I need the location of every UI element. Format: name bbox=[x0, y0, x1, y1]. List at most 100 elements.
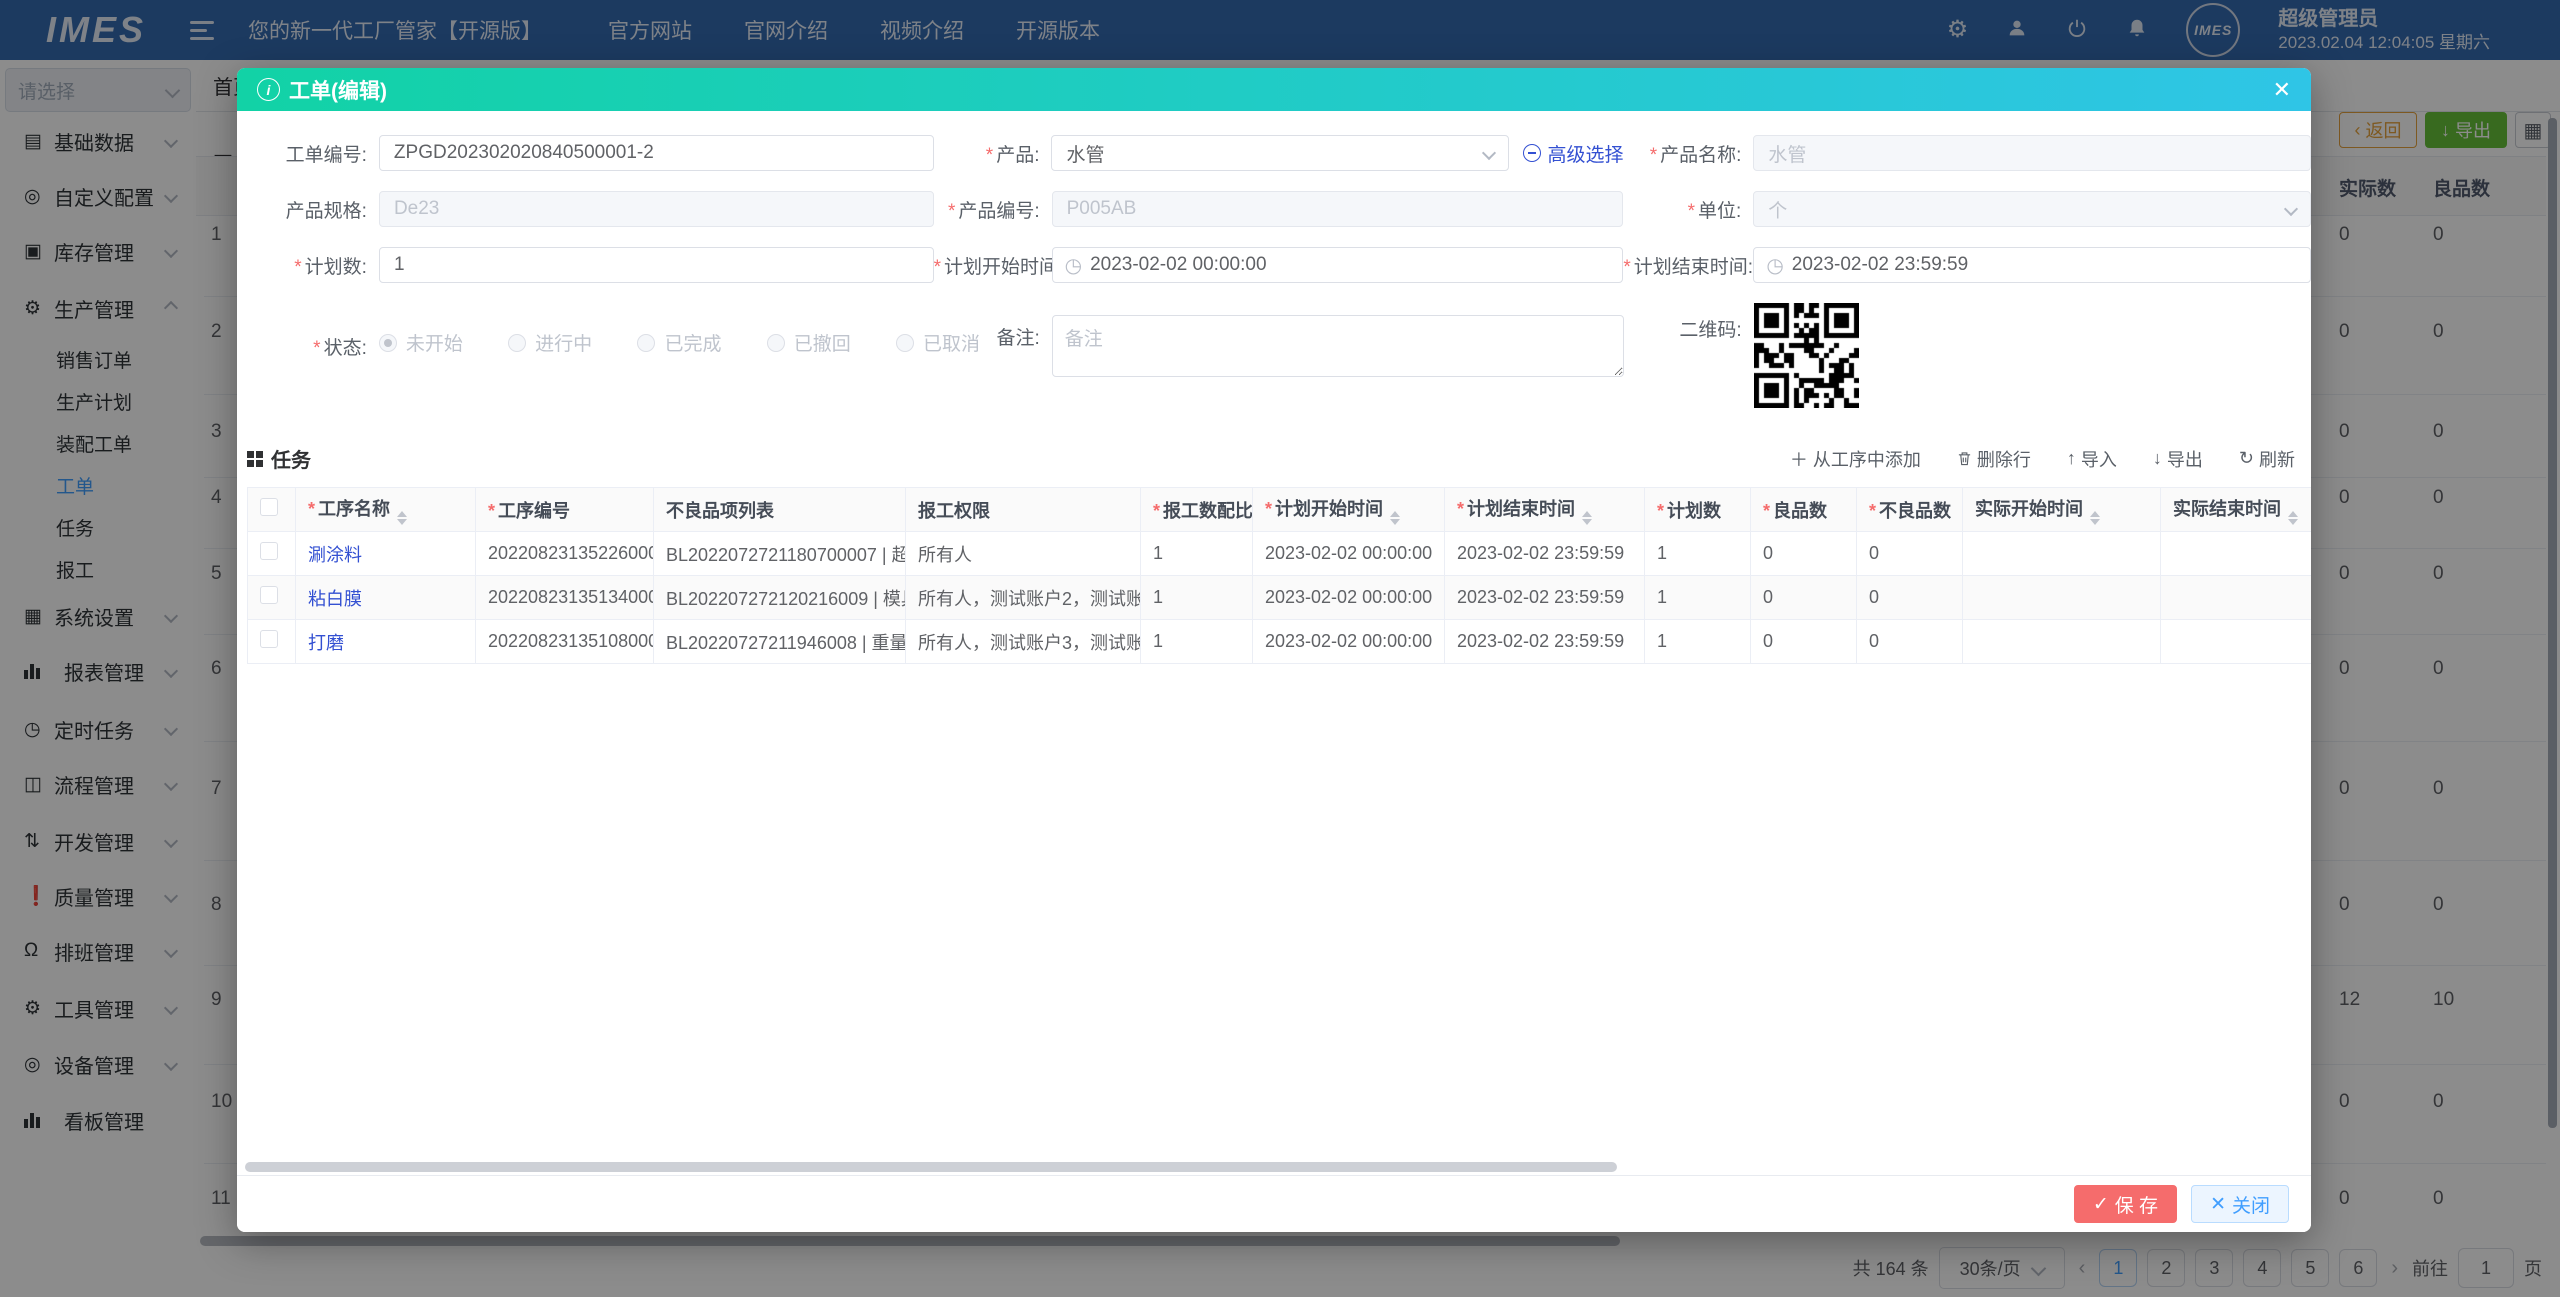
plan-start-picker[interactable]: ◷ bbox=[1051, 247, 1624, 283]
plan-qty-cell: 1 bbox=[1644, 531, 1751, 576]
status-label: * 状态: bbox=[313, 338, 367, 359]
sort-icon[interactable] bbox=[1582, 510, 1593, 525]
actual-start-cell bbox=[1962, 531, 2161, 576]
select-all-checkbox[interactable] bbox=[260, 498, 278, 516]
grid-icon bbox=[247, 450, 263, 467]
save-button[interactable]: ✓ 保 存 bbox=[2073, 1185, 2178, 1223]
work-order-edit-dialog: i 工单(编辑) ✕ 工单编号: *产品: 高级选择 *产品名称: 产品规格: … bbox=[237, 68, 2311, 1232]
product-name-label: * 产品名称: bbox=[1649, 144, 1742, 166]
plan-end-picker[interactable]: ◷ bbox=[1753, 247, 2311, 283]
order-no-input[interactable] bbox=[379, 136, 933, 170]
delete-row-button[interactable]: 删除行 bbox=[1957, 446, 2031, 472]
plan-start-input[interactable] bbox=[1082, 248, 1623, 282]
qr-label: 二维码: bbox=[1679, 320, 1742, 341]
good-qty-cell: 0 bbox=[1750, 575, 1857, 620]
col-bad-qty: * 不良品数 bbox=[1856, 487, 1963, 532]
sort-icon[interactable] bbox=[2090, 510, 2100, 525]
process-code-cell: 202208231351340004 bbox=[475, 575, 654, 620]
product-code-input bbox=[1052, 192, 1623, 226]
status-radio-not-started[interactable]: 未开始 bbox=[378, 329, 463, 356]
defect-list-cell: BL20220727211946008 | 重量轻... bbox=[653, 619, 906, 664]
order-no-label: 工单编号: bbox=[285, 144, 367, 166]
add-from-process-button[interactable]: ＋从工序中添加 bbox=[1790, 446, 1921, 472]
modal-horizontal-scrollbar bbox=[237, 1162, 2311, 1174]
spec-label: 产品规格: bbox=[285, 200, 367, 222]
status-radio-in-progress[interactable]: 进行中 bbox=[508, 329, 592, 356]
plan-start-label: * 计划开始时间: bbox=[933, 256, 1064, 278]
spec-input bbox=[379, 192, 933, 226]
product-select-value[interactable] bbox=[1052, 136, 1509, 170]
col-process-name[interactable]: * 工序名称 bbox=[295, 487, 476, 532]
unit-label: * 单位: bbox=[1687, 200, 1742, 222]
advanced-select-icon bbox=[1523, 144, 1542, 162]
close-icon[interactable]: ✕ bbox=[2273, 77, 2291, 103]
plan-qty-cell: 1 bbox=[1644, 619, 1751, 664]
defect-list-cell: BL2022072721180700007 | 超重... bbox=[653, 531, 906, 576]
product-select[interactable] bbox=[1051, 135, 1510, 171]
actual-end-cell bbox=[2160, 531, 2311, 576]
dialog-header: i 工单(编辑) ✕ bbox=[237, 68, 2311, 111]
plan-qty-label: * 计划数: bbox=[294, 256, 367, 278]
row-checkbox[interactable] bbox=[260, 542, 278, 560]
scrollbar-thumb[interactable] bbox=[245, 1162, 1617, 1172]
close-button[interactable]: ✕ 关闭 bbox=[2191, 1185, 2289, 1223]
permission-cell: 所有人 bbox=[905, 531, 1141, 576]
process-code-cell: 202208231352260005 bbox=[475, 531, 654, 576]
process-name-link[interactable]: 打磨 bbox=[308, 633, 344, 653]
sort-icon[interactable] bbox=[1390, 510, 1401, 525]
unit-select-value bbox=[1754, 192, 2310, 226]
process-code-cell: 202208231351080003 bbox=[475, 619, 654, 664]
col-process-code: * 工序编号 bbox=[475, 487, 654, 532]
product-label: * 产品: bbox=[985, 144, 1040, 166]
remark-textarea[interactable] bbox=[1051, 315, 1624, 377]
plan-start-cell: 2023-02-02 00:00:00 bbox=[1252, 575, 1445, 620]
plan-end-input[interactable] bbox=[1783, 248, 2310, 282]
plan-end-cell: 2023-02-02 23:59:59 bbox=[1444, 619, 1645, 664]
status-radio-completed[interactable]: 已完成 bbox=[637, 329, 721, 356]
import-button[interactable]: ↑ 导入 bbox=[2067, 446, 2117, 472]
check-icon: ✓ bbox=[2092, 1193, 2109, 1215]
ratio-cell: 1 bbox=[1140, 531, 1253, 576]
row-checkbox[interactable] bbox=[260, 586, 278, 604]
permission-cell: 所有人，测试账户2，测试账户3 bbox=[905, 575, 1141, 620]
actual-start-cell bbox=[1962, 619, 2161, 664]
col-report-permission: 报工权限 bbox=[905, 487, 1141, 532]
actual-end-cell bbox=[2160, 575, 2311, 620]
col-report-ratio: * 报工数配比 bbox=[1140, 487, 1253, 532]
row-checkbox[interactable] bbox=[260, 630, 278, 648]
col-plan-start[interactable]: * 计划开始时间 bbox=[1252, 487, 1445, 532]
bad-qty-cell: 0 bbox=[1856, 575, 1963, 620]
radio-icon bbox=[766, 333, 785, 352]
tasks-table: * 工序名称 * 工序编号 不良品项列表 报工权限 * 报工数配比 * 计划开始时间 *… bbox=[247, 487, 2311, 664]
actual-end-cell bbox=[2160, 619, 2311, 664]
process-name-link[interactable]: 粘白膜 bbox=[308, 589, 362, 609]
clock-icon: ◷ bbox=[1064, 254, 1083, 277]
advanced-select-link[interactable]: 高级选择 bbox=[1523, 140, 1623, 167]
trash-icon bbox=[1958, 452, 1971, 466]
radio-icon bbox=[637, 333, 656, 352]
col-actual-end[interactable]: 实际结束时间 bbox=[2160, 487, 2311, 532]
refresh-button[interactable]: ↻ 刷新 bbox=[2239, 446, 2295, 472]
plan-end-cell: 2023-02-02 23:59:59 bbox=[1444, 575, 1645, 620]
task-row: 涮涂料 202208231352260005 BL202207272118070… bbox=[247, 531, 2311, 576]
spec-input-wrap bbox=[378, 191, 934, 227]
plan-qty-input[interactable] bbox=[379, 248, 933, 282]
col-actual-start[interactable]: 实际开始时间 bbox=[1962, 487, 2161, 532]
plan-qty-input-wrap bbox=[378, 247, 934, 283]
plan-start-cell: 2023-02-02 00:00:00 bbox=[1252, 531, 1445, 576]
export-rows-button[interactable]: ↓ 导出 bbox=[2153, 446, 2203, 472]
good-qty-cell: 0 bbox=[1750, 531, 1857, 576]
dialog-title: 工单(编辑) bbox=[289, 79, 387, 103]
sort-icon[interactable] bbox=[2288, 510, 2298, 525]
process-name-link[interactable]: 涮涂料 bbox=[308, 545, 362, 565]
col-plan-end[interactable]: * 计划结束时间 bbox=[1444, 487, 1645, 532]
sort-icon[interactable] bbox=[397, 510, 408, 525]
plus-icon: ＋ bbox=[1789, 449, 1808, 470]
product-code-input-wrap bbox=[1051, 191, 1624, 227]
status-radio-withdrawn[interactable]: 已撤回 bbox=[766, 329, 851, 356]
actual-start-cell bbox=[1962, 575, 2161, 620]
col-defect-list: 不良品项列表 bbox=[653, 487, 906, 532]
plan-end-cell: 2023-02-02 23:59:59 bbox=[1444, 531, 1645, 576]
radio-selected-icon bbox=[378, 333, 397, 352]
plan-end-label: * 计划结束时间: bbox=[1623, 256, 1753, 278]
